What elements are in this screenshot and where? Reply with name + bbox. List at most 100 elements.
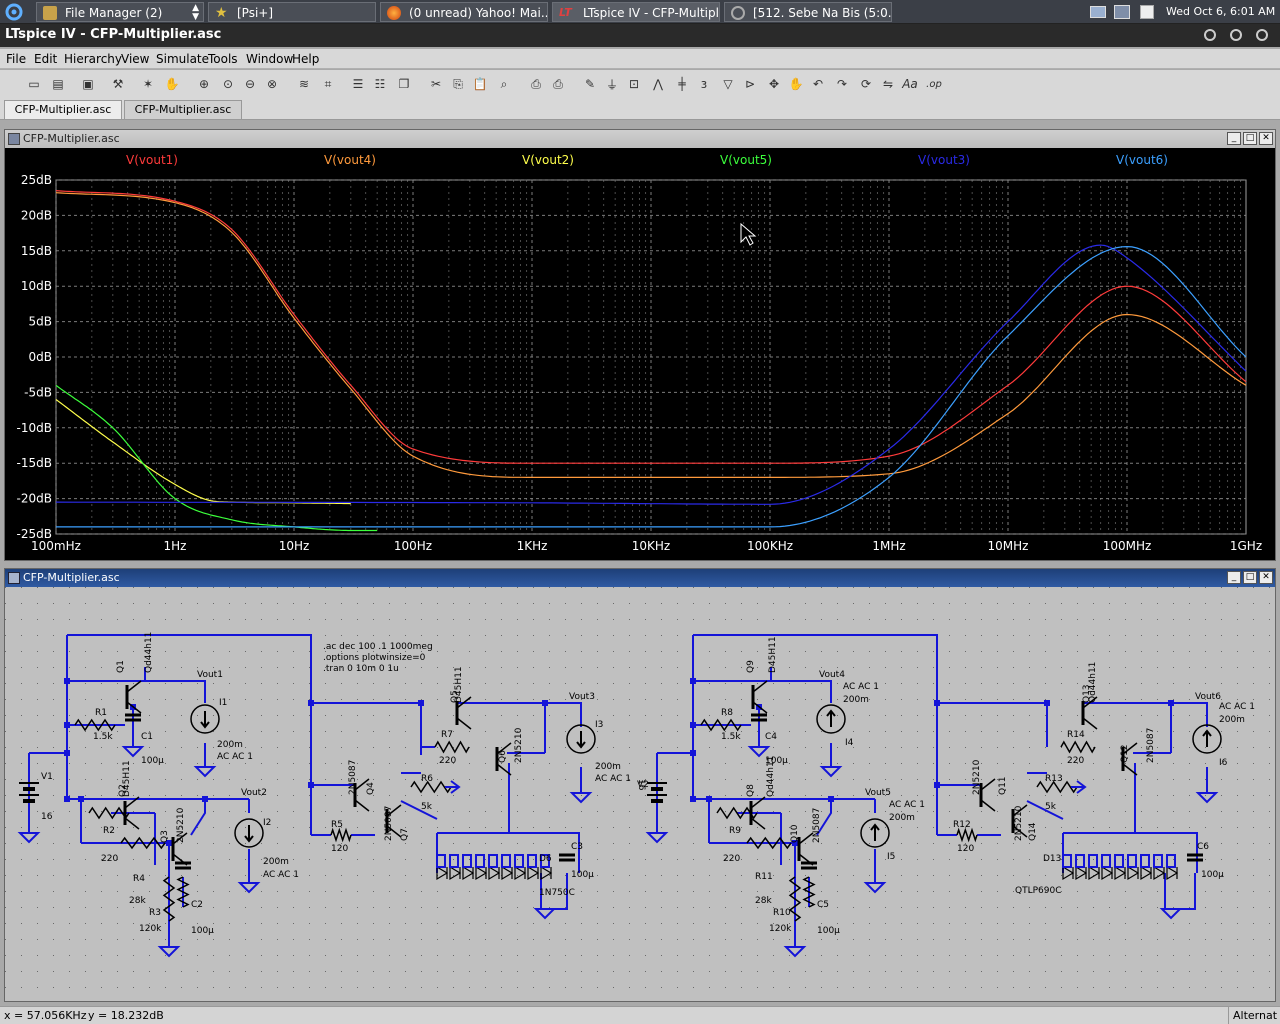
component-label: 16 [636,779,646,791]
mirror-icon[interactable]: ⇋ [880,76,896,92]
taskbar-item-player[interactable]: [512. Sebe Na Bis (5:0... [724,2,892,22]
new-schematic-icon[interactable]: ▭ [26,76,42,92]
menu-view[interactable]: View [121,52,149,66]
taskbar-item-ltspice[interactable]: LT LTspice IV - CFP-Multipl... [552,2,720,22]
ground-icon[interactable]: ⏚ [604,76,620,92]
print-icon[interactable]: ⎙ [550,76,566,92]
legend-entry-vvout2[interactable]: V(vout2) [522,153,574,167]
component-label: Vout5 [865,788,891,798]
plot-window[interactable]: CFP-Multiplier.asc _ □ ✕ 25dB 20dB 15dB 10d… [4,129,1276,561]
tile-horizontal-icon[interactable]: ☰ [350,76,366,92]
component-label: R12 [953,820,971,830]
schematic-window[interactable]: CFP-Multiplier.asc _ □ ✕ .ac dec 100 .1 … [4,568,1276,1002]
undo-icon[interactable]: ↶ [810,76,826,92]
wire-icon[interactable]: ✎ [582,76,598,92]
paste-icon[interactable]: 📋 [472,76,488,92]
waveform-plot[interactable]: 25dB 20dB 15dB 10dB 5dB 0dB -5dB -10dB -15dB -20d… [5,148,1275,560]
status-bar: x = 57.056KHz y = 18.232dB Alternat [0,1006,1280,1024]
save-icon[interactable]: ▣ [80,76,96,92]
close-icon[interactable]: ✕ [1259,571,1273,584]
tray-calendar-icon[interactable] [1140,2,1158,22]
zoom-fit-icon[interactable]: ⊗ [264,76,280,92]
cascade-icon[interactable]: ❐ [396,76,412,92]
junction-dot [202,796,208,802]
menu-window[interactable]: Window [246,52,293,66]
component-label: 100µ [191,926,214,936]
legend-entry-vvout3[interactable]: V(vout3) [918,153,970,167]
spice-directive[interactable]: .tran 0 10m 0 1u [323,664,399,674]
drag-icon[interactable]: ✋ [788,76,804,92]
junction-dot [690,750,696,756]
tab-schematic[interactable]: CFP-Multiplier.asc [124,100,242,119]
menu-help[interactable]: Help [292,52,319,66]
menu-simulate[interactable]: Simulate [156,52,209,66]
menu-edit[interactable]: Edit [34,52,57,66]
halt-icon[interactable]: ✋ [164,76,180,92]
start-menu-icon[interactable] [4,2,24,22]
zoom-pan-icon[interactable]: ⊙ [220,76,236,92]
trace-vvout2[interactable] [55,399,351,505]
maximize-icon[interactable]: □ [1243,571,1257,584]
minimize-icon[interactable]: _ [1227,571,1241,584]
menu-file[interactable]: File [6,52,26,66]
component-icon[interactable]: ⊳ [742,76,758,92]
open-icon[interactable]: ▤ [50,76,66,92]
copy-icon[interactable]: ⎘ [450,76,466,92]
tray-network-icon[interactable] [1114,2,1132,22]
inductor-icon[interactable]: ɜ [696,76,712,92]
spice-directive[interactable]: .options plotwinsize=0 [323,653,426,663]
component-label: R10 [773,908,791,918]
spice-directive[interactable]: .ac dec 100 .1 1000meg [323,642,433,652]
minimize-icon[interactable]: _ [1227,132,1241,145]
minimize-icon[interactable] [1204,29,1216,41]
rotate-icon[interactable]: ⟳ [858,76,874,92]
maximize-icon[interactable]: □ [1243,132,1257,145]
menu-hierarchy[interactable]: Hierarchy [64,52,122,66]
taskbar-item-file-manager[interactable]: File Manager (2) ▲ ▼ [36,2,204,22]
spice-directive-icon[interactable]: .op [926,76,942,92]
legend-entry-vvout4[interactable]: V(vout4) [324,153,376,167]
close-icon[interactable] [1256,29,1268,41]
autorange-icon[interactable]: ≋ [296,76,312,92]
component-label: Q4 [366,782,376,795]
zoom-in-icon[interactable]: ⊕ [196,76,212,92]
legend-entry-vvout1[interactable]: V(vout1) [126,153,178,167]
component-label: AC AC 1 [889,800,925,810]
schematic-canvas[interactable]: .ac dec 100 .1 1000meg.options plotwinsi… [5,587,1275,1001]
capacitor-icon[interactable]: ╪ [674,76,690,92]
component-label: 100µ [141,756,164,766]
tile-vertical-icon[interactable]: ☷ [372,76,388,92]
tab-plot[interactable]: CFP-Multiplier.asc [4,100,122,119]
grid-icon[interactable]: ⌗ [320,76,336,92]
legend-entry-vvout5[interactable]: V(vout5) [720,153,772,167]
diode-icon[interactable]: ▽ [720,76,736,92]
legend-entry-vvout6[interactable]: V(vout6) [1116,153,1168,167]
clock[interactable]: Wed Oct 6, 6:01 AM [1166,2,1278,22]
cursor-y-readout: y = 18.232dB [88,1009,164,1022]
close-icon[interactable]: ✕ [1259,132,1273,145]
label-net-icon[interactable]: ⊡ [626,76,642,92]
control-panel-icon[interactable]: ⚒ [110,76,126,92]
move-icon[interactable]: ✥ [766,76,782,92]
toolbar: ▭ ▤ ▣ ⚒ ✶ ✋ ⊕ ⊙ ⊖ ⊗ ≋ ⌗ ☰ ☷ ❐ ✂ ⎘ 📋 ⌕ ⎙ … [0,70,1280,98]
text-icon[interactable]: Aa [902,76,918,92]
zoom-out-icon[interactable]: ⊖ [242,76,258,92]
menu-tools[interactable]: Tools [208,52,238,66]
run-icon[interactable]: ✶ [140,76,156,92]
plot-grid [55,179,1247,535]
taskbar-item-firefox[interactable]: (0 unread) Yahoo! Mai... [380,2,548,22]
maximize-icon[interactable] [1230,29,1242,41]
junction-dot [78,796,84,802]
cut-icon[interactable]: ✂ [428,76,444,92]
tray-mail-icon[interactable] [1090,2,1108,22]
redo-icon[interactable]: ↷ [834,76,850,92]
print-preview-icon[interactable]: ⎙ [528,76,544,92]
document-tabs: CFP-Multiplier.asc CFP-Multiplier.asc [0,98,1280,120]
find-icon[interactable]: ⌕ [496,76,512,92]
resistor-icon[interactable]: ⋀ [650,76,666,92]
trace-vvout5[interactable] [55,384,378,532]
y-tick-label: -20dB [17,492,52,506]
component-label: Vout4 [819,670,845,680]
taskbar-item-psi[interactable]: ★ [Psi+] [208,2,376,22]
component-label: R13 [1045,774,1063,784]
